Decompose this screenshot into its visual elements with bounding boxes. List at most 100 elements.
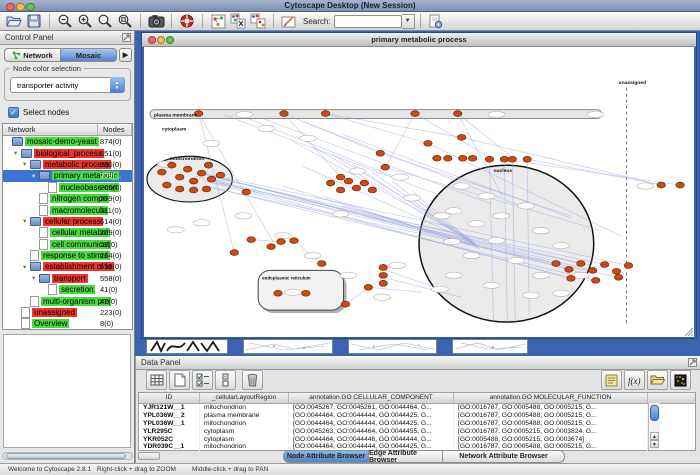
expander-icon[interactable]: ▾ bbox=[23, 217, 30, 225]
tree-row[interactable]: ▾primary metabolic209(... bbox=[3, 170, 132, 181]
tree-row[interactable]: secretion41(0) bbox=[3, 284, 132, 295]
minimize-window-button[interactable] bbox=[16, 3, 25, 12]
tree-row[interactable]: ▾establishment of lo558(0) bbox=[3, 261, 132, 272]
background-window-sliver[interactable] bbox=[348, 339, 437, 354]
network-node[interactable] bbox=[379, 280, 387, 286]
network-node[interactable] bbox=[433, 155, 441, 161]
table-row[interactable]: YKR052Ccytoplasm[GO:0044464, GO:0044446,… bbox=[139, 436, 695, 444]
network-node[interactable] bbox=[242, 189, 250, 195]
table-column-header[interactable]: annotation.GO MOLECULAR_FUNCTION bbox=[454, 393, 648, 403]
table-column-header[interactable]: annotation.GO CELLULAR_COMPONENT bbox=[289, 393, 454, 403]
tab-overflow-arrow[interactable]: ▶ bbox=[119, 48, 132, 62]
network-node[interactable] bbox=[189, 187, 197, 193]
background-window-sliver[interactable] bbox=[452, 339, 528, 354]
network-node[interactable] bbox=[523, 156, 531, 162]
network-node[interactable] bbox=[381, 164, 389, 170]
attribute-list-icon[interactable] bbox=[215, 370, 236, 390]
network-node[interactable] bbox=[280, 111, 288, 117]
network-node[interactable] bbox=[552, 261, 560, 267]
tab-network[interactable]: Network bbox=[4, 48, 61, 62]
scroll-down-icon[interactable]: ▼ bbox=[650, 440, 659, 448]
table-row[interactable]: YJR121W__1mitochondrion[GO:0045267, GO:0… bbox=[139, 404, 695, 412]
search-input[interactable] bbox=[334, 15, 402, 28]
table-column-header[interactable]: ID bbox=[139, 393, 200, 403]
new-attribute-icon[interactable] bbox=[169, 370, 190, 390]
tab-node-attribute-browser[interactable]: Node Attribute Browser bbox=[283, 450, 369, 463]
network-node[interactable] bbox=[624, 263, 632, 269]
select-attributes-icon[interactable] bbox=[192, 370, 213, 390]
network-node[interactable] bbox=[207, 176, 215, 182]
zoom-selected-region-icon[interactable] bbox=[96, 13, 114, 29]
network-node[interactable] bbox=[184, 166, 192, 172]
table-vscrollbar[interactable]: ▲ ▼ bbox=[648, 403, 660, 450]
tree-row[interactable]: response to stimul264(0) bbox=[3, 250, 132, 261]
network-node[interactable] bbox=[158, 169, 166, 175]
background-window-sliver[interactable] bbox=[243, 339, 333, 354]
minimize-view-button[interactable] bbox=[157, 36, 165, 44]
tree-row[interactable]: mosaic-demo-yeast874(0) bbox=[3, 136, 132, 147]
save-session-icon[interactable] bbox=[25, 13, 43, 29]
create-network-view-icon[interactable] bbox=[209, 13, 227, 29]
network-node[interactable] bbox=[230, 250, 238, 256]
help-lifering-icon[interactable] bbox=[178, 13, 196, 29]
network-node[interactable] bbox=[302, 290, 310, 296]
tree-row[interactable]: cellular metabol209(0) bbox=[3, 227, 132, 238]
network-node[interactable] bbox=[657, 182, 665, 188]
network-node[interactable] bbox=[318, 261, 326, 267]
formula-builder-icon[interactable]: f(x) bbox=[624, 370, 645, 390]
network-node[interactable] bbox=[565, 267, 573, 273]
mosaic-overlay-a-icon[interactable] bbox=[229, 13, 247, 29]
network-node[interactable] bbox=[376, 150, 384, 156]
network-node[interactable] bbox=[216, 172, 224, 178]
export-image-camera-icon[interactable] bbox=[147, 13, 165, 29]
float-panel-icon[interactable] bbox=[688, 358, 697, 367]
hscrollbar-thumb[interactable] bbox=[6, 453, 126, 459]
configure-search-icon[interactable] bbox=[427, 13, 445, 29]
tree-row[interactable]: Overview8(0) bbox=[3, 318, 132, 329]
network-node[interactable] bbox=[322, 111, 330, 117]
network-node[interactable] bbox=[459, 155, 467, 161]
open-session-icon[interactable] bbox=[5, 13, 23, 29]
network-node[interactable] bbox=[676, 182, 684, 188]
network-node[interactable] bbox=[176, 186, 184, 192]
tree-row[interactable]: ▾biological_process651(0) bbox=[3, 147, 132, 158]
network-node[interactable] bbox=[341, 301, 349, 307]
search-dropdown-arrow[interactable]: ▼ bbox=[402, 14, 415, 29]
tree-row[interactable]: multi-organism pro42(0) bbox=[3, 295, 132, 306]
import-attributes-folder-icon[interactable] bbox=[647, 370, 668, 390]
network-node[interactable] bbox=[468, 155, 476, 161]
mosaic-overlay-b-icon[interactable] bbox=[249, 13, 267, 29]
plasma-membrane-region[interactable] bbox=[150, 110, 602, 119]
network-node[interactable] bbox=[500, 156, 508, 162]
network-node[interactable] bbox=[274, 290, 282, 296]
network-node[interactable] bbox=[444, 155, 452, 161]
table-row[interactable]: YLR295Ccytoplasm[GO:0045263, GO:0044464,… bbox=[139, 428, 695, 436]
network-node[interactable] bbox=[247, 237, 255, 243]
network-node[interactable] bbox=[267, 244, 275, 250]
close-window-button[interactable] bbox=[6, 3, 15, 12]
control-panel-hscrollbar[interactable] bbox=[2, 452, 133, 460]
network-node[interactable] bbox=[592, 277, 600, 283]
network-node[interactable] bbox=[360, 180, 368, 186]
close-view-button[interactable] bbox=[148, 36, 156, 44]
zoom-in-icon[interactable] bbox=[76, 13, 94, 29]
network-node[interactable] bbox=[204, 162, 212, 168]
network-node[interactable] bbox=[336, 174, 344, 180]
network-node[interactable] bbox=[336, 187, 344, 193]
delete-attribute-trash-icon[interactable] bbox=[242, 370, 263, 390]
network-node[interactable] bbox=[277, 239, 285, 245]
network-node[interactable] bbox=[577, 261, 585, 267]
expander-icon[interactable]: ▾ bbox=[23, 160, 30, 168]
network-node[interactable] bbox=[352, 185, 360, 191]
network-node[interactable] bbox=[458, 135, 466, 141]
table-row[interactable]: YPL036W__2plasma membrane[GO:0044464, GO… bbox=[139, 412, 695, 420]
network-node[interactable] bbox=[612, 269, 620, 275]
zoom-view-button[interactable] bbox=[166, 36, 174, 44]
tab-network-attribute-browser[interactable]: Network Attribute Browser bbox=[443, 450, 565, 463]
tree-row[interactable]: ▾metabolic process280(0) bbox=[3, 159, 132, 170]
tree-row[interactable]: cell communicat22(0) bbox=[3, 239, 132, 250]
network-node[interactable] bbox=[197, 170, 205, 176]
tree-row[interactable]: ▾cellular process614(0) bbox=[3, 216, 132, 227]
expander-icon[interactable]: ▾ bbox=[32, 274, 39, 282]
annotation-icon[interactable] bbox=[280, 13, 298, 29]
